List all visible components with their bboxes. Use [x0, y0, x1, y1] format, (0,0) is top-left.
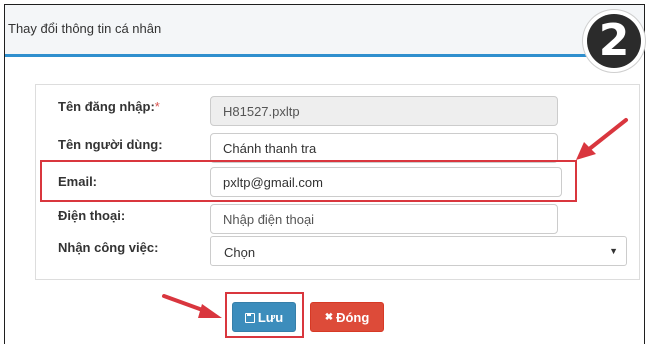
username-label-text: Tên đăng nhập:: [58, 99, 155, 114]
step-number: 2: [587, 14, 641, 68]
dialog-title: Thay đổi thông tin cá nhân: [8, 21, 162, 36]
required-mark: *: [154, 99, 160, 114]
save-button-label: Lưu: [257, 310, 284, 325]
display-name-field[interactable]: [210, 133, 558, 163]
username-label: Tên đăng nhập:*: [58, 99, 160, 114]
save-button[interactable]: Lưu: [232, 302, 296, 332]
close-button[interactable]: ✖ Đóng: [310, 302, 384, 332]
display-name-label: Tên người dùng:: [58, 137, 163, 152]
username-field[interactable]: [210, 96, 558, 126]
caret-down-icon: ▼: [609, 246, 618, 256]
receive-tasks-select[interactable]: Chọn ▼: [210, 236, 627, 266]
phone-field[interactable]: [210, 204, 558, 234]
header-divider: [5, 54, 605, 57]
email-highlight-annotation: [40, 160, 577, 202]
close-icon: ✖: [324, 312, 334, 323]
phone-label: Điện thoại:: [58, 208, 126, 223]
receive-tasks-selected: Chọn: [224, 245, 256, 260]
receive-tasks-label: Nhận công việc:: [58, 240, 159, 255]
floppy-disk-icon: [244, 313, 255, 323]
close-button-label: Đóng: [336, 310, 370, 325]
